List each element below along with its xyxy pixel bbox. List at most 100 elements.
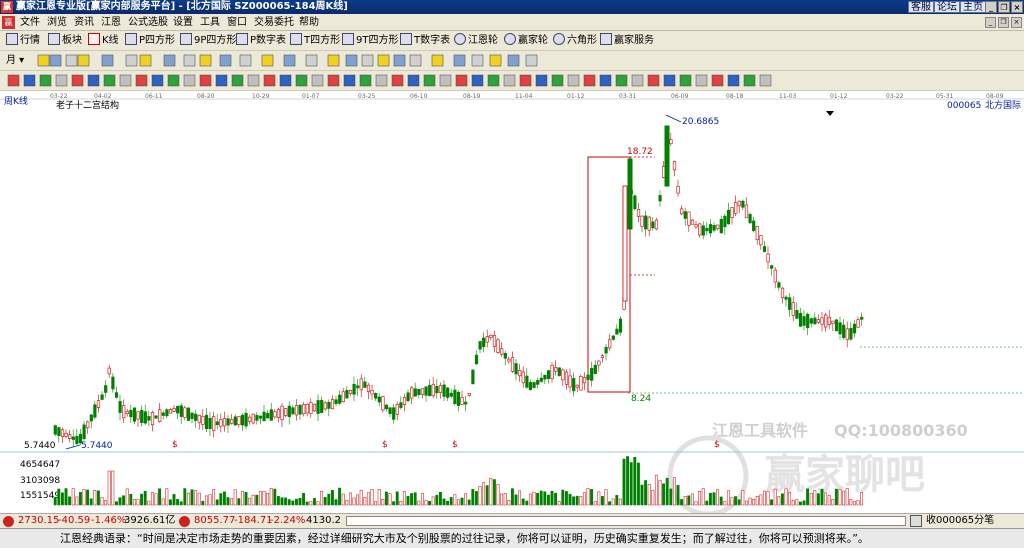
drawing-tool-icon[interactable] [377, 54, 390, 67]
study-tool-icon[interactable] [599, 74, 612, 87]
gann-wheel-button[interactable]: 江恩轮 [454, 33, 498, 49]
study-tool-icon[interactable] [503, 74, 516, 87]
menu-formula-select[interactable]: 公式选股 [128, 16, 168, 29]
study-tool-icon[interactable] [343, 74, 356, 87]
menu-help[interactable]: 帮助 [299, 16, 319, 29]
drawing-tool-icon[interactable] [453, 54, 466, 67]
study-tool-icon[interactable] [487, 74, 500, 87]
study-tool-icon[interactable] [119, 74, 132, 87]
drawing-tool-icon[interactable] [261, 54, 274, 67]
study-tool-icon[interactable] [663, 74, 676, 87]
p-square-button[interactable]: P四方形 [125, 33, 175, 49]
study-tool-icon[interactable] [247, 74, 260, 87]
drawing-tool-icon[interactable] [219, 54, 232, 67]
study-tool-icon[interactable] [327, 74, 340, 87]
box-annotation[interactable] [587, 156, 655, 393]
mdi-close-icon[interactable]: × [1011, 17, 1022, 28]
study-tool-icon[interactable] [743, 74, 756, 87]
menu-app-icon[interactable]: 赢 [2, 16, 15, 29]
customer-service-link[interactable]: 客服 [908, 1, 934, 13]
study-tool-icon[interactable] [375, 74, 388, 87]
study-tool-icon[interactable] [199, 74, 212, 87]
winner-wheel-button[interactable]: 赢家轮 [504, 33, 548, 49]
study-tool-icon[interactable] [727, 74, 740, 87]
study-tool-icon[interactable] [263, 74, 276, 87]
scroll-right-icon[interactable] [910, 515, 922, 527]
study-tool-icon[interactable] [231, 74, 244, 87]
drawing-tool-icon[interactable] [507, 54, 520, 67]
9p-square-button[interactable]: 9P四方形 [180, 33, 236, 49]
hexagon-button[interactable]: 六角形 [553, 33, 597, 49]
study-tool-icon[interactable] [759, 74, 772, 87]
winner-service-button[interactable]: 赢家服务 [600, 33, 654, 49]
chart-area[interactable]: 03-22 04-02 06-11 08-20 10-29 01-07 03-25 06-10… [0, 91, 1024, 513]
t-number-table-button[interactable]: T数字表 [400, 33, 450, 49]
drawing-tool-icon[interactable] [163, 54, 176, 67]
homepage-link[interactable]: 主页 [960, 1, 986, 13]
study-tool-icon[interactable] [647, 74, 660, 87]
sector-button[interactable]: 板块 [48, 33, 82, 49]
mdi-minimize-icon[interactable]: _ [985, 17, 996, 28]
drawing-tool-icon[interactable] [327, 54, 340, 67]
study-tool-icon[interactable] [311, 74, 324, 87]
close-icon[interactable]: × [1011, 1, 1023, 13]
study-tool-icon[interactable] [679, 74, 692, 87]
forum-link[interactable]: 论坛 [934, 1, 960, 13]
drawing-tool-icon[interactable] [101, 54, 114, 67]
menu-tools[interactable]: 工具 [200, 16, 220, 29]
drawing-tool-icon[interactable] [139, 54, 152, 67]
menu-window[interactable]: 窗口 [227, 16, 247, 29]
drawing-tool-icon[interactable] [49, 54, 62, 67]
drawing-tool-icon[interactable] [77, 54, 90, 67]
study-tool-icon[interactable] [551, 74, 564, 87]
study-tool-icon[interactable] [391, 74, 404, 87]
study-tool-icon[interactable] [359, 74, 372, 87]
study-tool-icon[interactable] [135, 74, 148, 87]
menu-settings[interactable]: 设置 [173, 16, 193, 29]
9t-square-button[interactable]: 9T四方形 [342, 33, 398, 49]
drawing-tool-icon[interactable] [525, 54, 538, 67]
horizontal-scrollbar[interactable] [346, 516, 906, 526]
drawing-tool-icon[interactable] [361, 54, 374, 67]
drawing-tool-icon[interactable] [305, 54, 318, 67]
p-number-table-button[interactable]: P数字表 [236, 33, 286, 49]
study-tool-icon[interactable] [151, 74, 164, 87]
drawing-tool-icon[interactable] [37, 54, 50, 67]
menu-file[interactable]: 文件 [20, 16, 40, 29]
menu-browse[interactable]: 浏览 [47, 16, 67, 29]
study-tool-icon[interactable] [167, 74, 180, 87]
drawing-tool-icon[interactable] [431, 54, 444, 67]
menu-info[interactable]: 资讯 [74, 16, 94, 29]
drawing-tool-icon[interactable] [239, 54, 252, 67]
study-tool-icon[interactable] [535, 74, 548, 87]
study-tool-icon[interactable] [567, 74, 580, 87]
kline-button[interactable]: K线 [88, 33, 119, 49]
study-tool-icon[interactable] [103, 74, 116, 87]
study-tool-icon[interactable] [23, 74, 36, 87]
study-tool-icon[interactable] [615, 74, 628, 87]
drawing-tool-icon[interactable] [409, 54, 422, 67]
study-tool-icon[interactable] [711, 74, 724, 87]
quotes-button[interactable]: 行情 [6, 33, 40, 49]
drawing-tool-icon[interactable] [199, 54, 212, 67]
study-tool-icon[interactable] [71, 74, 84, 87]
study-tool-icon[interactable] [55, 74, 68, 87]
study-tool-icon[interactable] [423, 74, 436, 87]
menu-gann[interactable]: 江恩 [101, 16, 121, 29]
study-tool-icon[interactable] [631, 74, 644, 87]
study-tool-icon[interactable] [455, 74, 468, 87]
drawing-tool-icon[interactable] [345, 54, 358, 67]
drawing-tool-icon[interactable] [489, 54, 502, 67]
restore-icon[interactable]: ❐ [998, 1, 1010, 13]
study-tool-icon[interactable] [695, 74, 708, 87]
study-tool-icon[interactable] [295, 74, 308, 87]
drawing-tool-icon[interactable] [183, 54, 196, 67]
drawing-tool-icon[interactable] [393, 54, 406, 67]
menu-trade[interactable]: 交易委托 [254, 16, 294, 29]
study-tool-icon[interactable] [439, 74, 452, 87]
drawing-tool-icon[interactable] [471, 54, 484, 67]
dropdown-arrow-icon[interactable] [826, 111, 834, 116]
drawing-tool-icon[interactable] [125, 54, 138, 67]
study-tool-icon[interactable] [183, 74, 196, 87]
drawing-tool-icon[interactable] [283, 54, 296, 67]
